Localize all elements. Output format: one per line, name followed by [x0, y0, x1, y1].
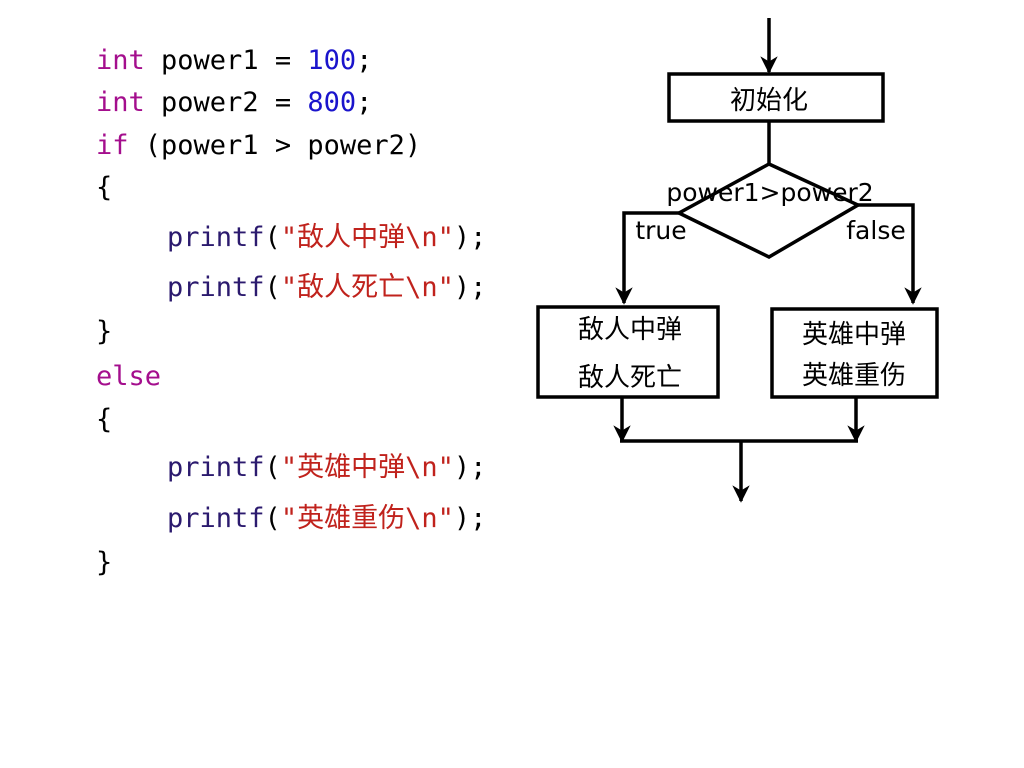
false-label: false	[846, 216, 905, 245]
flowchart: 初始化 power1>power2 true false 敌人中弹 敌人死亡 英…	[536, 18, 939, 503]
true-box-line-1: 敌人中弹	[578, 315, 682, 345]
false-box-line-1: 英雄中弹	[802, 320, 906, 350]
init-label: 初始化	[730, 86, 808, 116]
true-label: true	[635, 216, 686, 245]
false-box-line-2: 英雄重伤	[802, 361, 906, 391]
true-box-line-2: 敌人死亡	[578, 363, 682, 393]
condition-label: power1>power2	[666, 178, 873, 207]
